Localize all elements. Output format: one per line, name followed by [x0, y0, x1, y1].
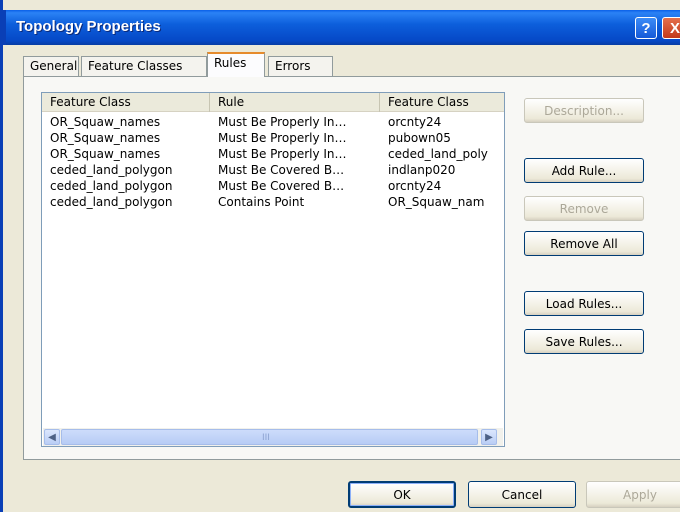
rules-list[interactable]: Feature Class Rule Feature Class OR_Squa… [41, 92, 505, 447]
apply-button[interactable]: Apply [586, 481, 680, 508]
cell-destination-class: pubown05 [388, 131, 451, 145]
table-row[interactable]: ceded_land_polygon Must Be Covered B… or… [42, 179, 504, 195]
question-icon: ? [641, 19, 651, 37]
tab-general[interactable]: General [23, 56, 79, 76]
tab-errors[interactable]: Errors [268, 56, 333, 76]
cell-destination-class: orcnty24 [388, 179, 442, 193]
table-row[interactable]: OR_Squaw_names Must Be Properly In… pubo… [42, 131, 504, 147]
cell-destination-class: orcnty24 [388, 115, 442, 129]
cell-origin-class: ceded_land_polygon [50, 195, 173, 209]
load-rules-button[interactable]: Load Rules... [524, 291, 644, 316]
list-header: Feature Class Rule Feature Class [42, 93, 504, 112]
cell-origin-class: OR_Squaw_names [50, 147, 161, 161]
remove-button[interactable]: Remove [524, 196, 644, 221]
cell-origin-class: ceded_land_polygon [50, 179, 173, 193]
column-header-feature-class[interactable]: Feature Class [42, 93, 210, 112]
add-rule-button[interactable]: Add Rule... [524, 158, 644, 183]
table-row[interactable]: ceded_land_polygon Must Be Covered B… in… [42, 163, 504, 179]
arrow-left-icon: ◀ [48, 431, 56, 443]
tab-rules[interactable]: Rules [207, 52, 265, 77]
title-bar[interactable]: Topology Properties ? X [3, 10, 680, 45]
column-header-feature-class-2[interactable]: Feature Class [380, 93, 504, 112]
scroll-left-button[interactable]: ◀ [44, 429, 60, 445]
cell-rule: Must Be Properly In… [218, 115, 347, 129]
save-rules-button[interactable]: Save Rules... [524, 329, 644, 354]
arrow-right-icon: ▶ [485, 431, 493, 443]
cell-rule: Must Be Covered B… [218, 163, 345, 177]
cell-origin-class: OR_Squaw_names [50, 115, 161, 129]
cell-rule: Must Be Covered B… [218, 179, 345, 193]
remove-all-button[interactable]: Remove All [524, 231, 644, 256]
window-title: Topology Properties [16, 18, 161, 35]
cell-rule: Contains Point [218, 195, 305, 209]
help-button[interactable]: ? [635, 17, 657, 39]
grip-icon: III [262, 433, 270, 443]
cell-rule: Must Be Properly In… [218, 131, 347, 145]
cell-destination-class: ceded_land_poly [388, 147, 488, 161]
tab-feature-classes[interactable]: Feature Classes [81, 56, 207, 76]
cancel-button[interactable]: Cancel [468, 481, 576, 508]
close-icon: X [669, 19, 680, 37]
top-strip [3, 0, 680, 10]
table-row[interactable]: OR_Squaw_names Must Be Properly In… cede… [42, 147, 504, 163]
scroll-right-button[interactable]: ▶ [481, 429, 497, 445]
horizontal-scrollbar[interactable]: ◀ III ▶ [43, 428, 503, 446]
ok-button[interactable]: OK [348, 481, 456, 508]
column-header-rule[interactable]: Rule [210, 93, 380, 112]
description-button[interactable]: Description... [524, 98, 644, 123]
cell-destination-class: OR_Squaw_nam [388, 195, 485, 209]
cell-destination-class: indlanp020 [388, 163, 456, 177]
table-row[interactable]: OR_Squaw_names Must Be Properly In… orcn… [42, 115, 504, 131]
cell-origin-class: ceded_land_polygon [50, 163, 173, 177]
topology-properties-dialog: Topology Properties ? X General Feature … [0, 0, 680, 512]
close-button[interactable]: X [662, 17, 680, 39]
cell-rule: Must Be Properly In… [218, 147, 347, 161]
scrollbar-thumb[interactable]: III [61, 429, 478, 445]
cell-origin-class: OR_Squaw_names [50, 131, 161, 145]
table-row[interactable]: ceded_land_polygon Contains Point OR_Squ… [42, 195, 504, 211]
